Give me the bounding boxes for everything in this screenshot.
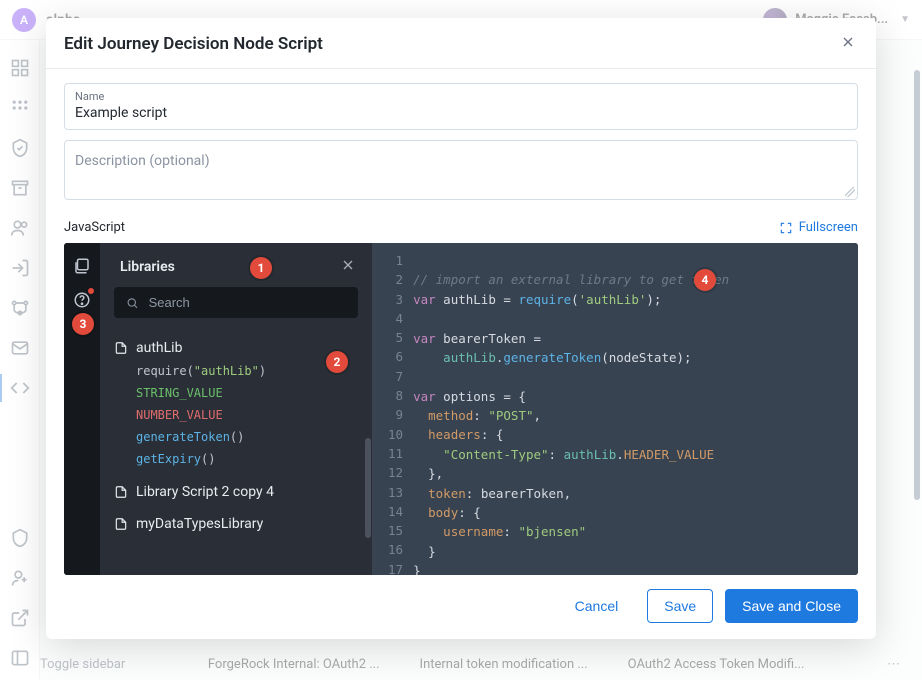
language-label: JavaScript: [64, 220, 125, 235]
code-pane[interactable]: 1234567891011121314151617181920 // impor…: [374, 243, 858, 575]
fullscreen-label: Fullscreen: [799, 220, 858, 235]
lib-member-getexpiry[interactable]: getExpiry(): [136, 452, 358, 466]
library-name: myDataTypesLibrary: [136, 516, 263, 532]
fullscreen-icon: [779, 221, 793, 235]
modal-overlay: Edit Journey Decision Node Script Name E…: [0, 0, 922, 680]
name-value: Example script: [75, 105, 847, 121]
library-name: Library Script 2 copy 4: [136, 484, 274, 500]
lib-require-snippet[interactable]: require("authLib"): [136, 364, 358, 378]
resize-handle-icon[interactable]: [845, 187, 855, 197]
cancel-button[interactable]: Cancel: [558, 589, 636, 623]
document-icon: [114, 341, 128, 355]
libraries-rail-icon[interactable]: [73, 257, 91, 275]
document-icon: [114, 485, 128, 499]
lib-member-number-value[interactable]: NUMBER_VALUE: [136, 408, 358, 422]
name-label: Name: [75, 90, 847, 103]
fullscreen-button[interactable]: Fullscreen: [779, 220, 858, 235]
libraries-title: Libraries: [120, 259, 175, 275]
code-content[interactable]: // import an external library to get tok…: [411, 243, 743, 575]
lib-member-generatetoken[interactable]: generateToken(): [136, 430, 358, 444]
libraries-panel: Libraries authLib require(: [100, 243, 374, 575]
annotation-badge-4: 4: [694, 269, 716, 291]
description-placeholder: Description (optional): [75, 147, 847, 169]
document-icon: [114, 517, 128, 531]
annotation-badge-3: 3: [72, 313, 94, 335]
libraries-search[interactable]: [114, 287, 358, 318]
library-item[interactable]: myDataTypesLibrary: [114, 508, 358, 540]
lib-member-string-value[interactable]: STRING_VALUE: [136, 386, 358, 400]
library-name: authLib: [136, 340, 182, 356]
close-libraries-icon[interactable]: [340, 257, 356, 277]
description-field[interactable]: Description (optional): [64, 140, 858, 200]
scrollbar-thumb[interactable]: [914, 70, 920, 500]
edit-script-modal: Edit Journey Decision Node Script Name E…: [46, 18, 876, 639]
editor-rail: [64, 243, 100, 575]
help-rail-icon[interactable]: [73, 291, 91, 309]
panel-scrollbar-thumb[interactable]: [365, 438, 371, 538]
search-icon: [126, 296, 139, 310]
close-icon[interactable]: [840, 34, 856, 54]
libraries-search-input[interactable]: [149, 295, 346, 310]
modal-title: Edit Journey Decision Node Script: [64, 34, 323, 54]
library-item-authlib[interactable]: authLib: [114, 332, 358, 364]
annotation-badge-2: 2: [326, 351, 348, 373]
notification-dot-icon: [88, 288, 94, 294]
name-field[interactable]: Name Example script: [64, 83, 858, 130]
line-gutter: 1234567891011121314151617181920: [374, 243, 411, 575]
save-close-button[interactable]: Save and Close: [725, 589, 858, 623]
library-item[interactable]: Library Script 2 copy 4: [114, 476, 358, 508]
script-editor: Libraries authLib require(: [64, 243, 858, 575]
save-button[interactable]: Save: [647, 589, 713, 623]
annotation-badge-1: 1: [250, 257, 272, 279]
